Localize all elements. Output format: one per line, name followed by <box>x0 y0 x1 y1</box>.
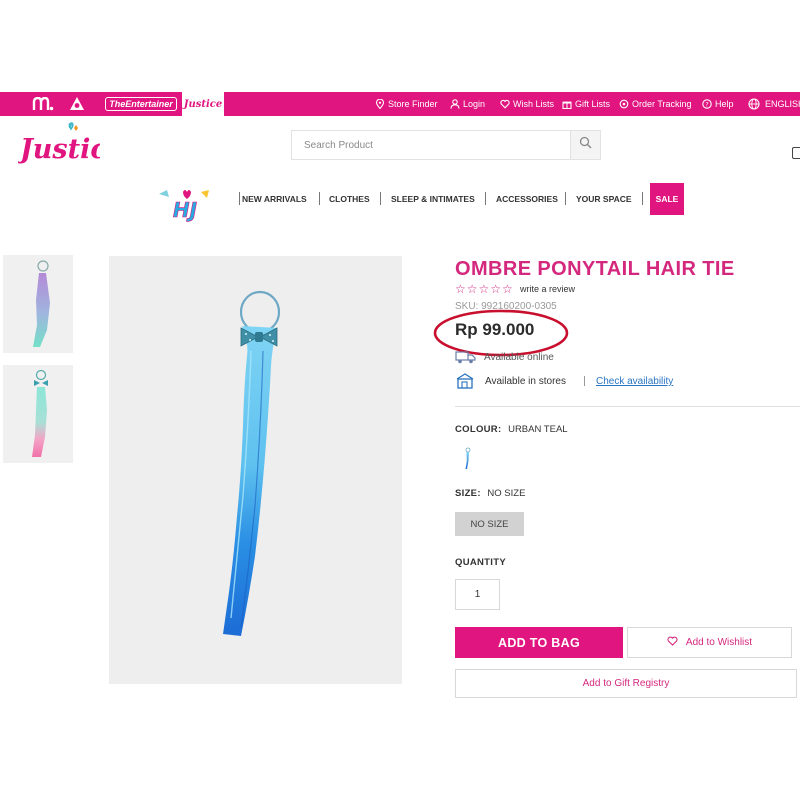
size-row: SIZE: NO SIZE <box>455 488 525 499</box>
product-thumbnail-1[interactable] <box>3 255 73 353</box>
size-label: SIZE: <box>455 488 481 499</box>
help-link[interactable]: ? Help <box>702 92 734 116</box>
his-jojo-logo[interactable]: HJ <box>157 188 213 222</box>
heart-outline-icon <box>667 636 678 649</box>
login-link[interactable]: Login <box>450 92 485 116</box>
add-to-bag-button[interactable]: ADD TO BAG <box>455 627 623 658</box>
product-title: OMBRE PONYTAIL HAIR TIE <box>455 258 735 280</box>
mothercare-logo-icon[interactable] <box>26 92 60 116</box>
order-tracking-label: Order Tracking <box>632 99 692 109</box>
availability-divider <box>584 376 585 386</box>
add-to-wishlist-button[interactable]: Add to Wishlist <box>627 627 792 658</box>
nav-divider <box>380 192 381 205</box>
search-box[interactable]: Search Product <box>291 130 601 160</box>
store-finder-link[interactable]: Store Finder <box>375 92 438 116</box>
product-main-image[interactable] <box>109 256 402 684</box>
available-online-text: Available online <box>484 352 554 363</box>
quantity-input[interactable]: 1 <box>455 579 500 610</box>
help-label: Help <box>715 99 734 109</box>
nav-divider <box>485 192 486 205</box>
section-divider <box>455 406 800 407</box>
search-button[interactable] <box>570 131 600 159</box>
truck-icon <box>619 99 629 109</box>
order-tracking-link[interactable]: Order Tracking <box>619 92 692 116</box>
help-circle-icon: ? <box>702 99 712 109</box>
add-to-wishlist-label: Add to Wishlist <box>685 637 753 648</box>
price-highlight-circle <box>433 309 569 357</box>
login-label: Login <box>463 99 486 109</box>
delivery-truck-icon <box>455 350 477 369</box>
nav-item-sale[interactable]: SALE <box>650 183 684 215</box>
colour-swatch-urban-teal[interactable] <box>455 445 479 473</box>
elc-logo-icon[interactable] <box>62 92 92 116</box>
product-thumbnail-2[interactable] <box>3 365 73 463</box>
quantity-row: QUANTITY <box>455 557 510 568</box>
svg-text:?: ? <box>705 101 708 109</box>
colour-label: COLOUR: <box>455 424 502 435</box>
language-label: ENGLISH <box>765 99 800 109</box>
rating-stars[interactable]: ☆☆☆☆☆ <box>455 282 514 296</box>
store-finder-label: Store Finder <box>388 99 438 109</box>
size-option-button[interactable]: NO SIZE <box>455 512 524 536</box>
nav-divider <box>319 192 320 205</box>
user-icon <box>450 99 460 109</box>
add-to-gift-registry-button[interactable]: Add to Gift Registry <box>455 669 797 698</box>
heart-icon <box>500 99 510 109</box>
size-value: NO SIZE <box>487 488 526 499</box>
language-selector[interactable]: ENGLISH <box>748 92 800 116</box>
globe-icon <box>748 98 760 110</box>
justice-mini-logo-text: Justice <box>183 98 223 110</box>
justice-logo-text: Justice <box>18 134 100 165</box>
gift-icon <box>562 99 572 109</box>
nav-item-new-arrivals[interactable]: NEW ARRIVALS <box>242 194 307 204</box>
nav-item-your-space[interactable]: YOUR SPACE <box>576 194 632 204</box>
store-icon <box>455 373 475 394</box>
write-review-link[interactable]: write a review <box>520 284 575 294</box>
entertainer-logo[interactable]: TheEntertainer <box>105 92 177 116</box>
justice-logo[interactable]: Justice <box>15 120 124 170</box>
nav-item-accessories[interactable]: ACCESSORIES <box>496 194 558 204</box>
nav-item-sleep-intimates[interactable]: SLEEP & INTIMATES <box>391 194 475 204</box>
nav-divider <box>239 192 240 205</box>
available-in-stores-text: Available in stores <box>485 376 566 387</box>
colour-row: COLOUR: URBAN TEAL <box>455 424 568 435</box>
location-pin-icon <box>375 99 385 109</box>
justice-mini-logo[interactable]: Justice <box>182 92 224 116</box>
gift-lists-link[interactable]: Gift Lists <box>562 92 610 116</box>
nav-divider <box>642 192 643 205</box>
cart-icon[interactable] <box>792 147 800 159</box>
wish-lists-label: Wish Lists <box>513 99 555 109</box>
wish-lists-link[interactable]: Wish Lists <box>500 92 554 116</box>
nav-divider <box>565 192 566 205</box>
hj-logo-text: HJ <box>173 198 198 222</box>
search-icon <box>579 136 592 154</box>
nav-item-clothes[interactable]: CLOTHES <box>329 194 370 204</box>
search-input[interactable]: Search Product <box>304 140 373 151</box>
entertainer-logo-text: TheEntertainer <box>105 97 177 111</box>
gift-lists-label: Gift Lists <box>575 99 611 109</box>
check-availability-link[interactable]: Check availability <box>596 376 673 387</box>
quantity-label: QUANTITY <box>455 557 506 568</box>
colour-value: URBAN TEAL <box>508 424 568 435</box>
brand-bar: TheEntertainer Justice Store Finder Logi… <box>0 92 800 116</box>
